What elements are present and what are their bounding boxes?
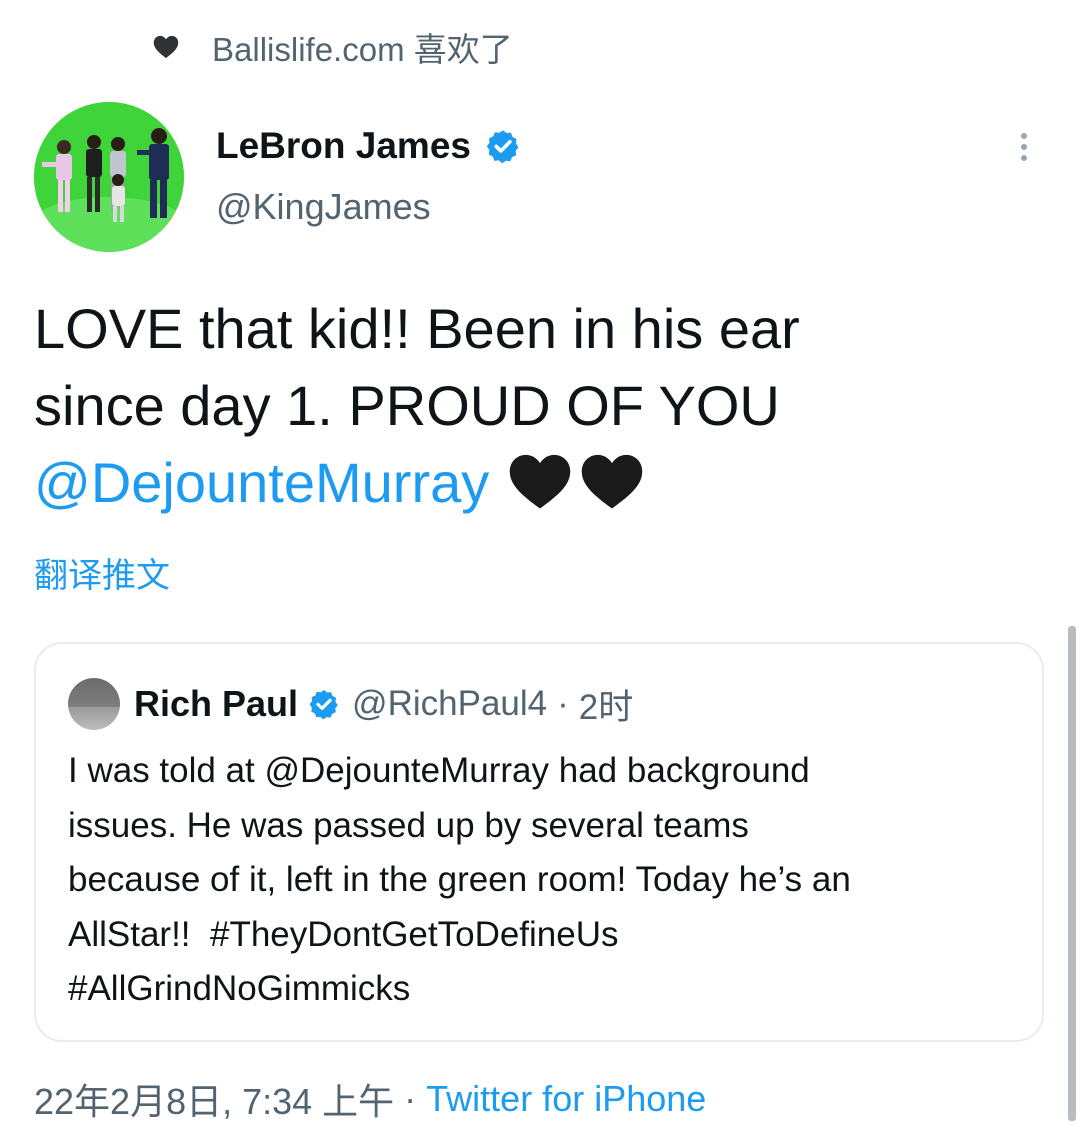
tweet-text-line: LOVE that kid!! Been in his ear xyxy=(34,297,800,360)
quoted-text-line: #AllGrindNoGimmicks xyxy=(68,969,411,1008)
quoted-text-line: AllStar!! #TheyDontGetToDefineUs xyxy=(68,914,619,954)
quoted-tweet-header: Rich Paul @RichPaul4 · 2时 xyxy=(68,678,633,730)
tweet-metadata: 22年2月8日, 7:34 上午 · Twitter for iPhone xyxy=(34,1074,706,1124)
quoted-tweet-card[interactable]: Rich Paul @RichPaul4 · 2时 I was told at … xyxy=(34,642,1044,1042)
avatar-photo xyxy=(34,102,184,252)
liked-by-text: Ballislife.com 喜欢了 xyxy=(212,31,513,68)
quoted-text-line: issues. He was passed up by several team… xyxy=(68,805,749,845)
heart-icon xyxy=(152,33,180,61)
author-identity[interactable]: LeBron James xyxy=(216,120,521,172)
more-dot-icon xyxy=(1021,155,1027,161)
quoted-text-line: I was told at @DejounteMurray had backgr… xyxy=(68,751,810,790)
author-name[interactable]: LeBron James xyxy=(216,125,471,167)
verified-badge-icon xyxy=(485,128,521,164)
metadata-separator: · xyxy=(404,1078,417,1119)
quoted-tweet-text: I was told at @DejounteMurray had backgr… xyxy=(68,744,1018,1017)
author-handle[interactable]: @KingJames xyxy=(216,186,431,228)
tweet-text-line: @DejounteMurray xyxy=(34,444,1044,529)
quoted-author-name: Rich Paul xyxy=(134,683,299,724)
verified-badge-icon xyxy=(308,688,340,720)
quoted-author-handle: @RichPaul4 xyxy=(352,684,548,723)
quoted-text-line: because of it, left in the green room! T… xyxy=(68,860,851,899)
tweet-timestamp[interactable]: 22年2月8日, 7:34 上午 xyxy=(34,1073,394,1125)
social-context[interactable]: Ballislife.com 喜欢了 xyxy=(152,26,513,68)
black-heart-emoji-icon xyxy=(507,452,651,529)
quoted-timestamp: 2时 xyxy=(578,687,634,727)
scrollbar[interactable] xyxy=(1068,626,1076,1121)
more-dot-icon xyxy=(1021,144,1027,150)
tweet-text: LOVE that kid!! Been in his ear since da… xyxy=(34,290,1044,529)
tweet-text-line: since day 1. PROUD OF YOU xyxy=(34,374,780,437)
quoted-separator: · xyxy=(557,684,569,723)
tweet-source-link[interactable]: Twitter for iPhone xyxy=(426,1078,706,1120)
author-avatar[interactable] xyxy=(34,102,184,252)
translate-tweet-link[interactable]: 翻译推文 xyxy=(34,548,170,597)
more-options-button[interactable] xyxy=(1002,118,1046,176)
quoted-author-avatar xyxy=(68,678,120,730)
mention-link[interactable]: @DejounteMurray xyxy=(34,451,489,514)
more-dot-icon xyxy=(1021,133,1027,139)
